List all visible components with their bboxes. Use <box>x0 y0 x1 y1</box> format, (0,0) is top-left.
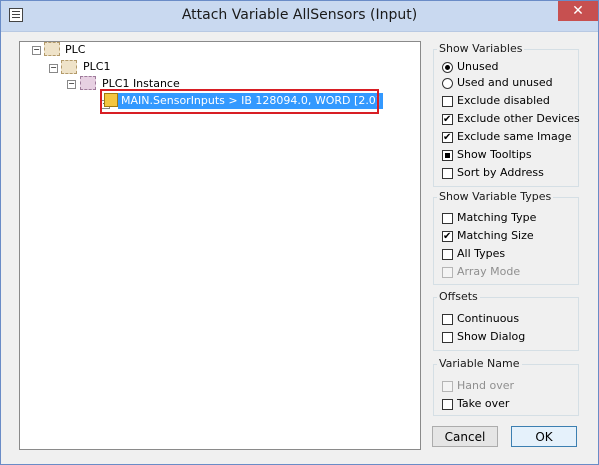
plc-icon <box>44 42 60 56</box>
exclude-other-devices-box[interactable] <box>442 112 453 128</box>
show-variable-types-title: Show Variable Types <box>437 190 554 203</box>
show-tooltips-label: Show Tooltips <box>457 148 532 161</box>
tree-item-plc[interactable]: PLC <box>65 42 85 58</box>
used-and-unused-radio[interactable]: Used and unused <box>442 75 553 91</box>
sort-by-address-box[interactable] <box>442 167 453 179</box>
array-mode-checkbox: Array Mode <box>442 264 520 280</box>
exclude-other-devices-label: Exclude other Devices <box>457 112 580 125</box>
collapse-plc-icon[interactable]: − <box>32 46 41 55</box>
hand-over-box <box>442 380 453 392</box>
offsets-title: Offsets <box>437 290 480 303</box>
ok-button[interactable]: OK <box>511 426 577 447</box>
show-dialog-checkbox[interactable]: Show Dialog <box>442 329 525 345</box>
unused-radio-mark[interactable] <box>442 61 453 73</box>
continuous-checkbox[interactable]: Continuous <box>442 311 519 327</box>
matching-size-label: Matching Size <box>457 229 534 242</box>
exclude-other-devices-checkbox[interactable]: Exclude other Devices <box>442 111 580 128</box>
show-variables-title: Show Variables <box>437 42 525 55</box>
sort-by-address-label: Sort by Address <box>457 166 544 179</box>
attach-variable-dialog: Attach Variable AllSensors (Input) ✕ − P… <box>0 0 599 465</box>
exclude-disabled-label: Exclude disabled <box>457 94 550 107</box>
continuous-box[interactable] <box>442 313 453 325</box>
title-bar[interactable]: Attach Variable AllSensors (Input) ✕ <box>1 1 598 32</box>
window-title: Attach Variable AllSensors (Input) <box>181 7 418 23</box>
matching-size-checkbox[interactable]: Matching Size <box>442 228 534 245</box>
sort-by-address-checkbox[interactable]: Sort by Address <box>442 165 544 181</box>
show-dialog-label: Show Dialog <box>457 330 526 343</box>
exclude-same-image-label: Exclude same Image <box>457 130 572 143</box>
take-over-box[interactable] <box>442 398 453 410</box>
highlight-box <box>100 89 379 114</box>
all-types-box[interactable] <box>442 248 453 260</box>
continuous-label: Continuous <box>457 312 520 325</box>
show-tooltips-checkbox[interactable]: Show Tooltips <box>442 147 532 163</box>
array-mode-label: Array Mode <box>457 265 521 278</box>
unused-label: Unused <box>457 60 499 73</box>
tree-item-plc1[interactable]: PLC1 <box>83 59 110 75</box>
exclude-same-image-checkbox[interactable]: Exclude same Image <box>442 129 572 146</box>
plc-project-icon <box>61 60 77 74</box>
matching-type-checkbox[interactable]: Matching Type <box>442 210 536 226</box>
matching-size-box[interactable] <box>442 229 453 245</box>
hand-over-checkbox: Hand over <box>442 378 514 394</box>
matching-type-label: Matching Type <box>457 211 537 224</box>
all-types-label: All Types <box>457 247 506 260</box>
exclude-disabled-box[interactable] <box>442 95 453 107</box>
close-button[interactable]: ✕ <box>558 1 598 21</box>
unused-radio[interactable]: Unused <box>442 59 498 75</box>
exclude-disabled-checkbox[interactable]: Exclude disabled <box>442 93 550 109</box>
all-types-checkbox[interactable]: All Types <box>442 246 505 262</box>
take-over-label: Take over <box>457 397 510 410</box>
matching-type-box[interactable] <box>442 212 453 224</box>
show-dialog-box[interactable] <box>442 331 453 343</box>
array-mode-box <box>442 266 453 278</box>
show-tooltips-box[interactable] <box>442 149 453 161</box>
cancel-button[interactable]: Cancel <box>432 426 498 447</box>
collapse-instance-icon[interactable]: − <box>67 80 76 89</box>
plc-instance-icon <box>80 76 96 90</box>
used-and-unused-label: Used and unused <box>457 76 553 89</box>
hand-over-label: Hand over <box>457 379 514 392</box>
variable-name-title: Variable Name <box>437 357 522 370</box>
used-and-unused-radio-mark[interactable] <box>442 77 453 89</box>
collapse-plc1-icon[interactable]: − <box>49 64 58 73</box>
take-over-checkbox[interactable]: Take over <box>442 396 509 412</box>
exclude-same-image-box[interactable] <box>442 130 453 146</box>
